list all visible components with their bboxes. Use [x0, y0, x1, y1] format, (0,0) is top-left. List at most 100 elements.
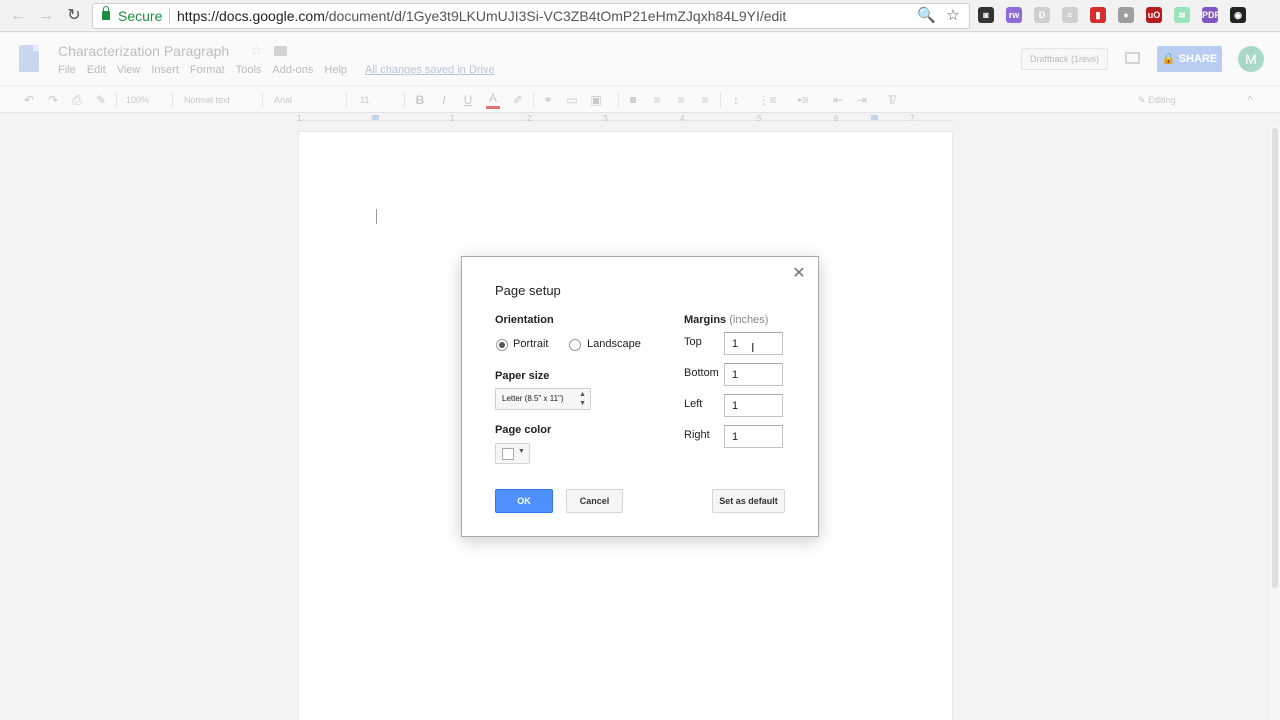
bulleted-list-icon[interactable]: •≡ — [793, 91, 813, 109]
print-icon[interactable]: ⎙ — [70, 91, 84, 109]
zoom-select[interactable]: 100% — [126, 91, 166, 109]
ruler-number: 2 — [527, 114, 532, 123]
italic-button[interactable]: I — [437, 91, 451, 109]
numbered-list-icon[interactable]: ⋮≡ — [757, 91, 777, 109]
right-indent-marker[interactable] — [871, 115, 878, 120]
back-icon[interactable]: ← — [8, 6, 28, 26]
left-margin-input[interactable] — [724, 394, 783, 417]
toolbar-divider — [720, 92, 721, 108]
docs-logo-icon[interactable] — [19, 45, 39, 72]
font-select[interactable]: Arial — [274, 91, 334, 109]
left-indent-marker[interactable] — [372, 115, 379, 120]
pdf-ext-icon[interactable]: PDF — [1202, 7, 1220, 23]
cancel-button[interactable]: Cancel — [566, 489, 623, 513]
paper-size-value: Letter (8.5" x 11") — [502, 394, 564, 403]
share-button[interactable]: 🔒 SHARE — [1157, 46, 1222, 72]
document-title[interactable]: Characterization Paragraph — [58, 43, 229, 59]
insert-comment-icon[interactable]: ▭ — [565, 91, 579, 109]
spy-ext-icon[interactable]: ◉ — [1230, 7, 1246, 23]
decrease-indent-icon[interactable]: ⇤ — [831, 91, 845, 109]
star-icon[interactable]: ☆ — [250, 42, 263, 59]
right-margin-input[interactable] — [724, 425, 783, 448]
toolbar-divider — [404, 92, 405, 108]
bottom-margin-input[interactable] — [724, 363, 783, 386]
link-icon[interactable]: ⚭ — [541, 91, 555, 109]
align-center-icon[interactable]: ≡ — [650, 91, 664, 109]
reload-icon[interactable]: ↻ — [64, 6, 84, 26]
text-cursor-icon: I — [751, 341, 755, 355]
editing-mode-select[interactable]: ✎ Editing — [1138, 91, 1198, 109]
right-margin-label: Right — [684, 429, 710, 441]
underline-button[interactable]: U — [461, 91, 475, 109]
browser-toolbar: ← → ↻ Secure https://docs.google.com/doc… — [0, 0, 1280, 32]
text-cursor — [376, 209, 377, 224]
set-as-default-button[interactable]: Set as default — [712, 489, 785, 513]
url-text[interactable]: https://docs.google.com/document/d/1Gye3… — [177, 8, 786, 24]
menu-insert[interactable]: Insert — [151, 64, 179, 76]
landscape-radio[interactable] — [569, 339, 581, 351]
increase-indent-icon[interactable]: ⇥ — [855, 91, 869, 109]
paint-format-icon[interactable]: ✎ — [94, 91, 108, 109]
close-icon[interactable]: ✕ — [791, 266, 807, 282]
align-left-icon[interactable]: ≡ — [626, 91, 640, 109]
bookmark-star-icon[interactable]: ☆ — [944, 7, 962, 25]
avatar[interactable]: M — [1238, 46, 1264, 72]
menu-view[interactable]: View — [117, 64, 141, 76]
wave-ext-icon[interactable]: ≋ — [1174, 7, 1190, 23]
ruler-number: 5 — [757, 114, 762, 123]
address-bar[interactable]: Secure https://docs.google.com/document/… — [92, 3, 970, 29]
font-size-select[interactable]: 11 — [360, 91, 390, 109]
menu-help[interactable]: Help — [324, 64, 347, 76]
align-justify-icon[interactable]: ≡ — [698, 91, 712, 109]
bubble-ext-icon[interactable]: ● — [1118, 7, 1134, 23]
zoom-icon[interactable]: 🔍 — [917, 7, 936, 25]
page-color-picker[interactable]: ▼ — [495, 443, 530, 464]
highlight-icon[interactable]: ✐ — [511, 91, 525, 109]
scrollbar-thumb[interactable] — [1272, 128, 1278, 588]
margins-unit: (inches) — [729, 314, 769, 326]
pocket-ext-icon[interactable]: ◙ — [978, 7, 994, 23]
undo-icon[interactable]: ↶ — [22, 91, 36, 109]
lock-icon — [102, 6, 110, 20]
menu-tools[interactable]: Tools — [236, 64, 262, 76]
forward-icon[interactable]: → — [36, 6, 56, 26]
dialog-title: Page setup — [495, 283, 561, 298]
url-host: https://docs.google.com — [177, 8, 325, 24]
menu-edit[interactable]: Edit — [87, 64, 106, 76]
ublock-ext-icon[interactable]: uO — [1146, 7, 1162, 23]
save-status-link[interactable]: All changes saved in Drive — [365, 64, 495, 76]
page-setup-dialog: ✕ Page setup Orientation Portrait Landsc… — [461, 256, 819, 537]
ruler-number: 1 — [297, 114, 302, 123]
editing-toolbar: ↶ ↷ ⎙ ✎ 100% Normal text Arial 11 B I U … — [0, 85, 1280, 113]
redo-icon[interactable]: ↷ — [46, 91, 60, 109]
style-select[interactable]: Normal text — [184, 91, 254, 109]
text-color-button[interactable]: A — [486, 91, 500, 109]
paper-size-label: Paper size — [495, 370, 550, 382]
margins-title: Margins — [684, 314, 727, 326]
collapse-icon[interactable]: ^ — [1243, 91, 1257, 109]
insert-image-icon[interactable]: ▣ — [589, 91, 603, 109]
book-ext-icon[interactable]: ▮ — [1090, 7, 1106, 23]
menu-file[interactable]: File — [58, 64, 76, 76]
scribble-ext-icon[interactable]: ≈ — [1062, 7, 1078, 23]
paper-size-select[interactable]: Letter (8.5" x 11") ▲ ▼ — [495, 388, 591, 410]
folder-icon[interactable] — [274, 46, 287, 56]
url-path: /document/d/1Gye3t9LKUmUJI3Si-VC3ZB4tOmP… — [324, 8, 787, 24]
ruler-number: 7 — [910, 114, 915, 123]
align-right-icon[interactable]: ≡ — [674, 91, 688, 109]
bold-button[interactable]: B — [413, 91, 427, 109]
menu-addons[interactable]: Add-ons — [272, 64, 313, 76]
rw-ext-icon[interactable]: rw — [1006, 7, 1022, 23]
draftback-button[interactable]: Draftback (1revs) — [1021, 48, 1108, 70]
clear-formatting-icon[interactable]: T̸ — [884, 91, 898, 109]
portrait-label[interactable]: Portrait — [513, 338, 548, 350]
d-ext-icon[interactable]: D — [1034, 7, 1050, 23]
menu-format[interactable]: Format — [190, 64, 225, 76]
toolbar-divider — [172, 92, 173, 108]
portrait-radio[interactable] — [496, 339, 508, 351]
landscape-label[interactable]: Landscape — [587, 338, 641, 350]
line-spacing-icon[interactable]: ↕ — [729, 91, 743, 109]
ok-button[interactable]: OK — [495, 489, 553, 513]
comments-icon[interactable] — [1125, 52, 1140, 64]
ruler[interactable]: 1 1 2 3 4 5 6 7 — [297, 114, 953, 126]
